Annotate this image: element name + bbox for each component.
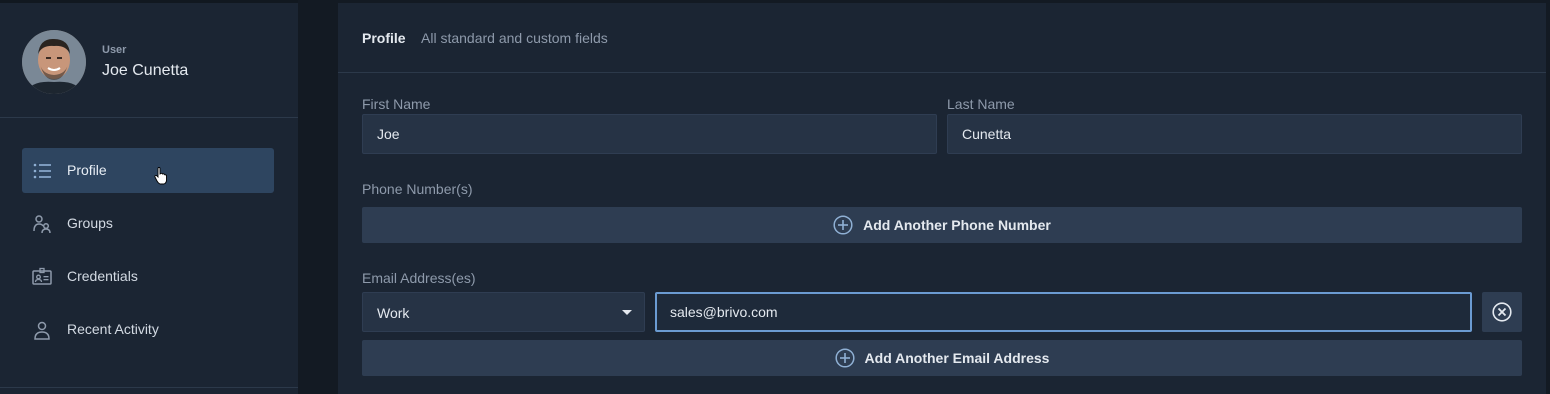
email-label: Email Address(es) [362,270,476,286]
sidebar-item-recent-activity[interactable]: Recent Activity [22,307,274,352]
person-icon [34,321,50,340]
close-circle-icon [1492,302,1512,322]
sidebar-item-groups[interactable]: Groups [22,201,274,246]
sidebar-item-label: Groups [67,215,113,231]
credentials-icon [32,267,52,285]
email-field[interactable]: sales@brivo.com [655,292,1472,332]
sidebar-item-profile[interactable]: Profile [22,148,274,193]
sidebar-item-label: Credentials [67,268,138,284]
page-title: Profile [362,30,406,46]
gutter [298,0,338,394]
add-phone-button[interactable]: Add Another Phone Number [362,207,1522,243]
sidebar-item-credentials[interactable]: Credentials [22,254,274,299]
main-panel: Profile All standard and custom fields F… [338,3,1546,394]
last-name-field[interactable]: Cunetta [947,114,1522,154]
plus-circle-icon [833,215,853,235]
chevron-down-icon [622,310,632,315]
sidebar-item-label: Profile [67,162,107,178]
first-name-label: First Name [362,96,431,112]
sidebar-item-label: Recent Activity [67,321,159,337]
groups-icon [33,215,51,234]
first-name-field[interactable]: Joe [362,114,937,154]
plus-circle-icon [834,348,855,368]
divider [0,387,298,388]
sidebar: User Joe Cunetta Profile Groups Credenti… [0,0,298,394]
section-header: Profile All standard and custom fields [338,3,1546,73]
email-type-value: Work [377,305,410,321]
add-phone-label: Add Another Phone Number [863,217,1051,233]
phone-label: Phone Number(s) [362,181,473,197]
remove-email-button[interactable] [1482,292,1522,332]
add-email-label: Add Another Email Address [864,350,1050,366]
email-type-select[interactable]: Work [362,292,645,332]
last-name-label: Last Name [947,96,1015,112]
add-email-button[interactable]: Add Another Email Address [362,340,1522,376]
user-name: Joe Cunetta [102,62,189,79]
list-icon [33,163,51,179]
page-subtitle: All standard and custom fields [421,30,608,46]
user-type-label: User [102,44,127,56]
avatar [22,30,86,94]
hand-cursor-icon [154,167,167,185]
user-header: User Joe Cunetta [0,3,298,118]
